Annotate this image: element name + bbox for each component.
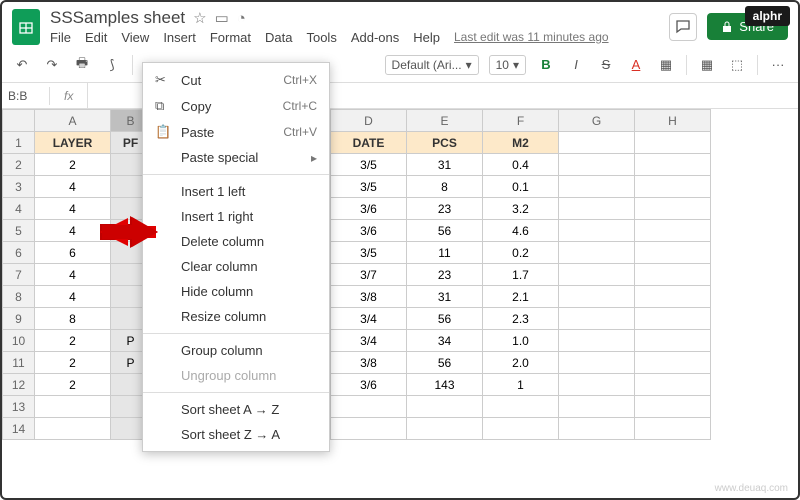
chevron-down-icon: ▾ xyxy=(466,58,472,72)
ctx-resize-column[interactable]: Resize column xyxy=(143,304,329,329)
fx-label: fx xyxy=(50,89,87,103)
table-row: 13 xyxy=(3,396,711,418)
text-color-button[interactable]: A xyxy=(626,57,646,72)
undo-icon[interactable]: ↶ xyxy=(12,57,32,73)
titlebar: SSSamples sheet ☆ ▭ ◔ File Edit View Ins… xyxy=(2,2,798,47)
col-header-e[interactable]: E xyxy=(407,110,483,132)
move-icon[interactable]: ▭ xyxy=(215,9,229,27)
ctx-paste[interactable]: 📋PasteCtrl+V xyxy=(143,119,329,145)
doc-title-row: SSSamples sheet ☆ ▭ ◔ xyxy=(50,8,659,28)
ctx-insert-right[interactable]: Insert 1 right xyxy=(143,204,329,229)
table-row: 223/5310.4 xyxy=(3,154,711,176)
ctx-clear-column[interactable]: Clear column xyxy=(143,254,329,279)
table-row: 343/580.1 xyxy=(3,176,711,198)
menu-edit[interactable]: Edit xyxy=(85,30,107,45)
menu-view[interactable]: View xyxy=(121,30,149,45)
chevron-right-icon: ▸ xyxy=(311,151,317,165)
separator xyxy=(143,392,329,393)
comments-button[interactable] xyxy=(669,13,697,41)
cloud-icon[interactable]: ◔ xyxy=(237,10,246,27)
ctx-hide-column[interactable]: Hide column xyxy=(143,279,329,304)
ctx-cut[interactable]: ✂CutCtrl+X xyxy=(143,67,329,93)
menu-addons[interactable]: Add-ons xyxy=(351,30,399,45)
table-row: 1LAYERPFDATEPCSM2 xyxy=(3,132,711,154)
redo-icon[interactable]: ↷ xyxy=(42,57,62,73)
ctx-ungroup-column: Ungroup column xyxy=(143,363,329,388)
doc-title[interactable]: SSSamples sheet xyxy=(50,8,185,28)
separator xyxy=(757,55,758,75)
col-header-g[interactable]: G xyxy=(559,110,635,132)
annotation-arrow-icon xyxy=(98,212,158,252)
menu-format[interactable]: Format xyxy=(210,30,251,45)
table-row: 743/7231.7 xyxy=(3,264,711,286)
table-row: 843/8312.1 xyxy=(3,286,711,308)
col-header-h[interactable]: H xyxy=(635,110,711,132)
borders-button[interactable]: ▦ xyxy=(697,57,717,73)
menu-file[interactable]: File xyxy=(50,30,71,45)
alphr-badge: alphr xyxy=(745,6,790,26)
paste-icon: 📋 xyxy=(155,124,171,140)
menubar: File Edit View Insert Format Data Tools … xyxy=(50,30,659,45)
menu-tools[interactable]: Tools xyxy=(306,30,336,45)
ctx-copy[interactable]: ⧉CopyCtrl+C xyxy=(143,93,329,119)
table-row: 102P3/4341.0 xyxy=(3,330,711,352)
name-box[interactable]: B:B xyxy=(2,87,50,105)
fill-color-button[interactable]: ▦ xyxy=(656,57,676,73)
lock-icon xyxy=(721,21,733,33)
italic-button[interactable]: I xyxy=(566,57,586,72)
table-row: 112P3/8562.0 xyxy=(3,352,711,374)
print-icon[interactable]: 🖶 xyxy=(72,54,92,76)
ctx-delete-column[interactable]: Delete column xyxy=(143,229,329,254)
cut-icon: ✂ xyxy=(155,72,171,88)
more-button[interactable]: ··· xyxy=(768,57,788,72)
table-row: 1223/61431 xyxy=(3,374,711,396)
ctx-paste-special[interactable]: Paste special▸ xyxy=(143,145,329,170)
col-header-a[interactable]: A xyxy=(35,110,111,132)
separator xyxy=(143,333,329,334)
chevron-down-icon: ▾ xyxy=(513,58,519,72)
separator xyxy=(143,174,329,175)
size-select[interactable]: 10▾ xyxy=(489,55,526,75)
menu-insert[interactable]: Insert xyxy=(163,30,196,45)
watermark: www.deuaq.com xyxy=(715,483,788,494)
merge-button[interactable]: ⬚ xyxy=(727,57,747,73)
comment-icon xyxy=(675,19,691,35)
bold-button[interactable]: B xyxy=(536,57,556,72)
context-menu: ✂CutCtrl+X ⧉CopyCtrl+C 📋PasteCtrl+V Past… xyxy=(142,62,330,452)
separator xyxy=(686,55,687,75)
select-all-corner[interactable] xyxy=(3,110,35,132)
table-row: 983/4562.3 xyxy=(3,308,711,330)
spreadsheet: A B D E F G H 1LAYERPFDATEPCSM2 223/5310… xyxy=(2,109,798,440)
menu-help[interactable]: Help xyxy=(413,30,440,45)
col-header-d[interactable]: D xyxy=(331,110,407,132)
font-select[interactable]: Default (Ari...▾ xyxy=(385,55,479,75)
copy-icon: ⧉ xyxy=(155,98,171,114)
separator xyxy=(132,55,133,75)
strike-button[interactable]: S xyxy=(596,57,616,72)
ctx-insert-left[interactable]: Insert 1 left xyxy=(143,179,329,204)
ctx-sort-za[interactable]: Sort sheet Z → A xyxy=(143,422,329,447)
ctx-group-column[interactable]: Group column xyxy=(143,338,329,363)
paint-format-icon[interactable]: ⟆ xyxy=(102,57,122,73)
menu-data[interactable]: Data xyxy=(265,30,292,45)
toolbar: ↶ ↷ 🖶 ⟆ Default (Ari...▾ 10▾ B I S A ▦ ▦… xyxy=(2,47,798,83)
sheets-logo[interactable] xyxy=(12,9,40,45)
formula-bar: B:B fx xyxy=(2,83,798,109)
grid[interactable]: A B D E F G H 1LAYERPFDATEPCSM2 223/5310… xyxy=(2,109,711,440)
table-row: 14 xyxy=(3,418,711,440)
ctx-sort-az[interactable]: Sort sheet A → Z xyxy=(143,397,329,422)
col-header-f[interactable]: F xyxy=(483,110,559,132)
star-icon[interactable]: ☆ xyxy=(193,9,206,27)
last-edit[interactable]: Last edit was 11 minutes ago xyxy=(454,30,609,45)
